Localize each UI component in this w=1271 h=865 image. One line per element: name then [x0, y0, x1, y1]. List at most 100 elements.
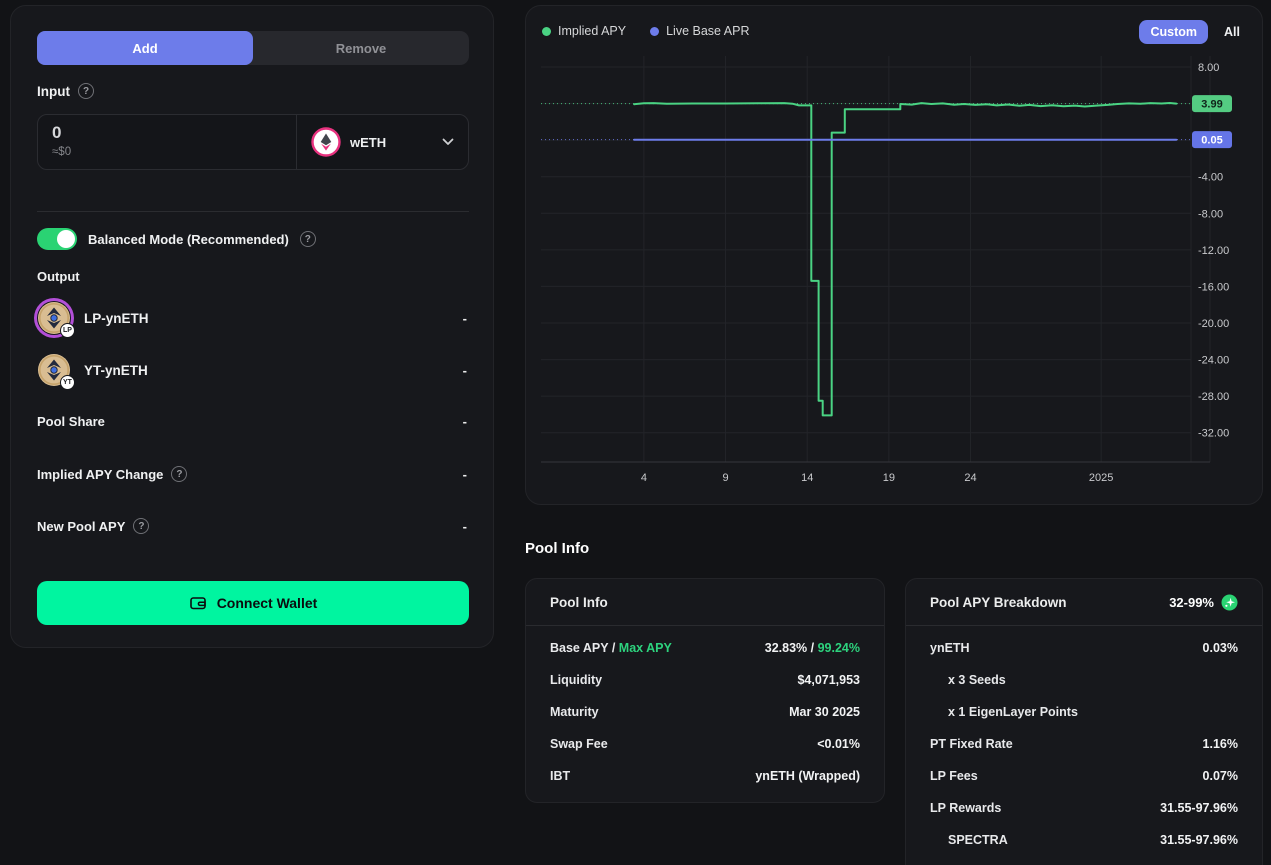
breakdown-row-eigenlayer: x 1 EigenLayer Points — [930, 696, 1238, 728]
max-apy-label: Max APY — [619, 641, 672, 655]
row-label: LP Rewards — [930, 801, 1001, 815]
svg-text:8.00: 8.00 — [1198, 62, 1219, 74]
ibt-value: ynETH (Wrapped) — [755, 769, 860, 783]
breakdown-row-lp-fees: LP Fees 0.07% — [930, 760, 1238, 792]
legend-live-base-apr: Live Base APR — [650, 24, 749, 38]
breakdown-row-spectra: SPECTRA 31.55-97.96% — [930, 824, 1238, 856]
legend-label: Live Base APR — [666, 24, 749, 38]
range-all-button[interactable]: All — [1224, 25, 1240, 39]
input-label-row: Input ? — [37, 83, 94, 99]
breakdown-row-lp-rewards: LP Rewards 31.55-97.96% — [930, 792, 1238, 824]
balanced-mode-toggle[interactable] — [37, 228, 77, 250]
amount-input[interactable]: 0 — [52, 123, 282, 143]
swap-fee-value: <0.01% — [817, 737, 860, 751]
connect-wallet-button[interactable]: Connect Wallet — [37, 581, 469, 625]
row-label: PT Fixed Rate — [930, 737, 1013, 751]
pool-share-label: Pool Share — [37, 414, 105, 429]
balanced-mode-label: Balanced Mode (Recommended) — [88, 232, 289, 247]
input-label: Input — [37, 84, 70, 99]
swap-fee-row: Swap Fee <0.01% — [550, 728, 860, 760]
input-help-icon[interactable]: ? — [78, 83, 94, 99]
svg-text:-16.00: -16.00 — [1198, 281, 1229, 293]
range-custom-button[interactable]: Custom — [1139, 20, 1208, 44]
pool-info-card-title: Pool Info — [550, 595, 608, 610]
balanced-mode-row: Balanced Mode (Recommended) ? — [37, 228, 316, 250]
row-label: SPECTRA — [930, 833, 1008, 847]
token-select[interactable]: wETH — [296, 115, 468, 169]
row-value: 0.07% — [1203, 769, 1238, 783]
new-pool-apy-label: New Pool APY — [37, 519, 125, 534]
svg-text:-4.00: -4.00 — [1198, 172, 1223, 184]
output-row-yt: YT YT-ynETH - — [37, 353, 467, 387]
wallet-icon — [189, 594, 207, 612]
row-label: ynETH — [930, 641, 970, 655]
apy-total-value: 32-99% — [1169, 595, 1214, 610]
svg-text:-20.00: -20.00 — [1198, 318, 1229, 330]
liquidity-row: Liquidity $4,071,953 — [550, 664, 860, 696]
legend-implied-apy: Implied APY — [542, 24, 626, 38]
apy-line-chart[interactable]: 4914192420258.00-4.00-8.00-12.00-16.00-2… — [526, 56, 1264, 501]
token-symbol: wETH — [350, 135, 433, 150]
swap-fee-label: Swap Fee — [550, 737, 608, 751]
row-label: LP Fees — [930, 769, 978, 783]
amount-usd-value: ≈$0 — [52, 146, 282, 158]
output-token-name: YT-ynETH — [84, 363, 148, 378]
svg-text:19: 19 — [883, 472, 895, 484]
new-pool-apy-help-icon[interactable]: ? — [133, 518, 149, 534]
row-value: 31.55-97.96% — [1160, 801, 1238, 815]
output-row-lp: LP LP-ynETH - — [37, 301, 467, 335]
chart-range-buttons: Custom All — [1139, 20, 1240, 44]
sparkle-icon — [1221, 594, 1238, 611]
amount-side[interactable]: 0 ≈$0 — [38, 115, 296, 169]
implied-apy-change-help-icon[interactable]: ? — [171, 466, 187, 482]
blue-dot-icon — [650, 27, 659, 36]
green-dot-icon — [542, 27, 551, 36]
balanced-mode-help-icon[interactable]: ? — [300, 231, 316, 247]
implied-apy-change-row: Implied APY Change ? - — [37, 466, 467, 482]
output-label: Output — [37, 269, 80, 284]
pool-share-row: Pool Share - — [37, 414, 467, 429]
pool-share-value: - — [463, 414, 467, 429]
tab-remove[interactable]: Remove — [253, 31, 469, 65]
row-value: 0.03% — [1203, 641, 1238, 655]
row-value: 1.16% — [1203, 737, 1238, 751]
svg-text:14: 14 — [801, 472, 813, 484]
lp-yneth-icon: LP — [37, 301, 71, 335]
pool-info-card-header: Pool Info — [526, 579, 884, 626]
svg-text:0.05: 0.05 — [1201, 135, 1222, 147]
liquidity-value: $4,071,953 — [797, 673, 860, 687]
max-apy-value: 99.24% — [818, 641, 860, 655]
apy-breakdown-header: Pool APY Breakdown 32-99% — [906, 579, 1262, 626]
svg-text:-32.00: -32.00 — [1198, 428, 1229, 440]
svg-text:9: 9 — [722, 472, 728, 484]
base-max-apy-row: Base APY / Max APY 32.83% / 99.24% — [550, 632, 860, 664]
output-value: - — [463, 363, 467, 378]
implied-apy-change-label: Implied APY Change — [37, 467, 163, 482]
chart-legend: Implied APY Live Base APR — [542, 24, 749, 38]
svg-text:4: 4 — [641, 472, 647, 484]
legend-label: Implied APY — [558, 24, 626, 38]
breakdown-row-seeds: x 3 Seeds — [930, 664, 1238, 696]
apy-breakdown-title: Pool APY Breakdown — [930, 595, 1067, 610]
chevron-down-icon — [442, 138, 454, 146]
output-token-name: LP-ynETH — [84, 311, 149, 326]
maturity-label: Maturity — [550, 705, 599, 719]
svg-text:3.99: 3.99 — [1201, 99, 1222, 111]
base-apy-label: Base APY / — [550, 641, 619, 655]
tab-add[interactable]: Add — [37, 31, 253, 65]
maturity-row: Maturity Mar 30 2025 — [550, 696, 860, 728]
weth-token-icon — [311, 127, 341, 157]
maturity-value: Mar 30 2025 — [789, 705, 860, 719]
apy-total: 32-99% — [1169, 594, 1238, 611]
svg-text:-24.00: -24.00 — [1198, 355, 1229, 367]
connect-wallet-label: Connect Wallet — [217, 595, 318, 611]
new-pool-apy-value: - — [463, 519, 467, 534]
row-label: x 1 EigenLayer Points — [930, 705, 1078, 719]
row-label: x 3 Seeds — [930, 673, 1006, 687]
base-apy-value: 32.83% / — [765, 641, 818, 655]
add-remove-tabs: Add Remove — [37, 31, 469, 65]
apy-chart-panel: Implied APY Live Base APR Custom All 4 9 1… — [525, 5, 1263, 505]
output-value: - — [463, 311, 467, 326]
svg-text:-8.00: -8.00 — [1198, 208, 1223, 220]
svg-text:-12.00: -12.00 — [1198, 245, 1229, 257]
